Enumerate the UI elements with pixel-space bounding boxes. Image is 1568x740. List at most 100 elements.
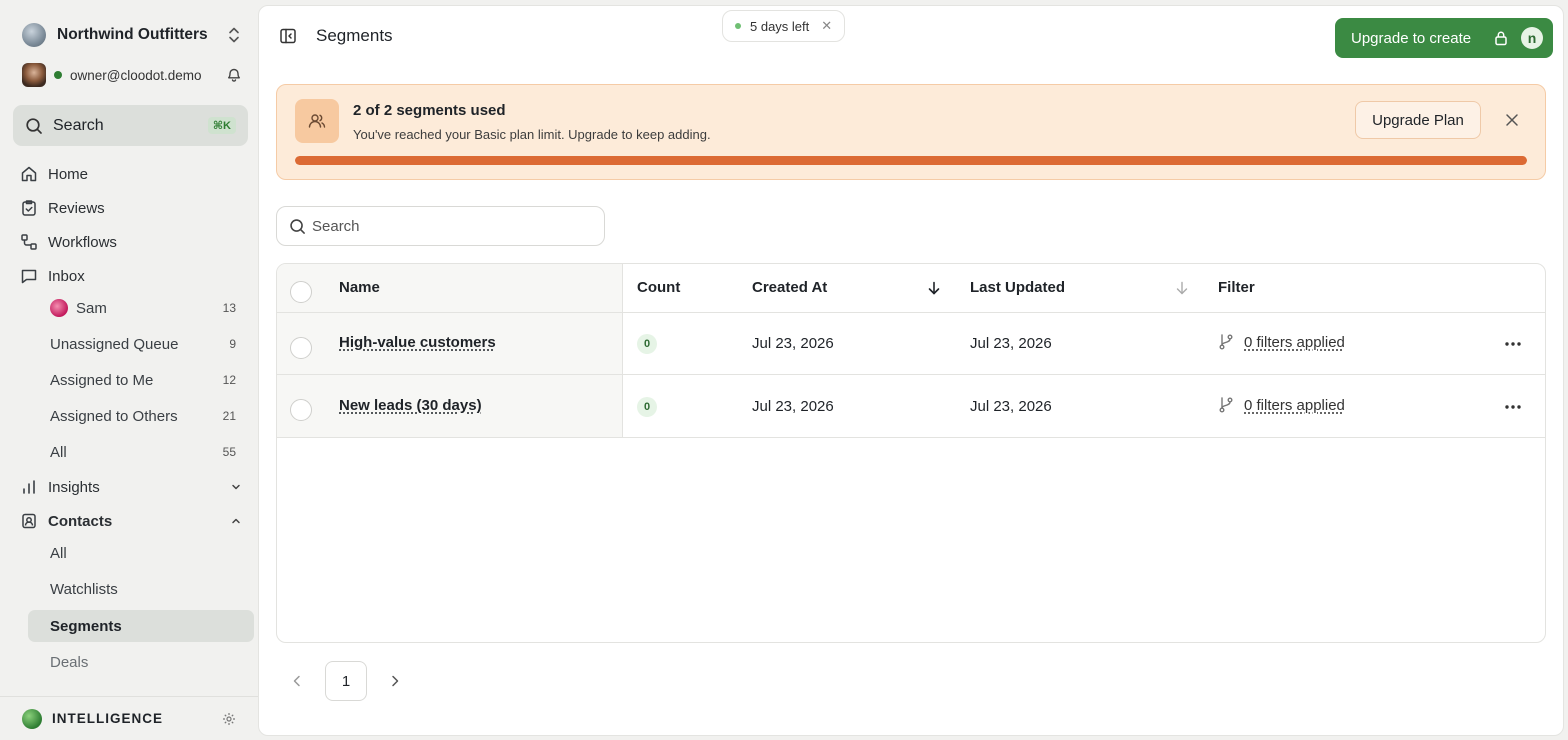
row-checkbox[interactable] [290,337,312,359]
usage-progress-bar [295,156,1527,165]
filters-applied-link[interactable]: 0 filters applied [1244,334,1345,351]
nav-insights[interactable]: Insights [20,473,242,501]
trial-badge: 5 days left ✕ [722,10,846,42]
banner-text: You've reached your Basic plan limit. Up… [353,127,711,142]
plan-limit-banner: 2 of 2 segments used You've reached your… [276,84,1546,180]
inbox-item-label: Assigned to Me [50,371,154,389]
page-number-button[interactable]: 1 [325,661,367,701]
message-square-icon [21,269,37,284]
main-panel: Segments 5 days left ✕ Upgrade to create… [258,5,1564,736]
inbox-item-count: 55 [222,445,236,459]
close-icon[interactable] [1505,113,1519,127]
contacts-item-label: Watchlists [50,580,118,598]
online-status-dot [54,71,62,79]
last-updated: Jul 23, 2026 [970,335,1052,352]
contacts-item-label: Deals [50,653,89,671]
column-header-name[interactable]: Name [339,279,380,296]
nav-workflows[interactable]: Workflows [20,228,117,256]
segments-search [276,206,605,246]
nav-inbox-label: Inbox [48,267,85,285]
sam-avatar [50,299,68,317]
inbox-item-count: 12 [222,373,236,387]
avatar: n [1521,27,1543,49]
contacts-item-segments[interactable]: Segments [50,612,236,640]
upgrade-plan-button[interactable]: Upgrade Plan [1355,101,1481,139]
search-button[interactable]: Search ⌘K [13,105,248,146]
search-icon [26,117,42,134]
home-icon [21,166,37,182]
table-header: Name Count Created At Last Updated Filte… [277,264,1545,313]
sort-desc-icon[interactable] [926,280,942,296]
bar-chart-icon [23,480,35,494]
trial-close-button[interactable]: ✕ [821,18,832,34]
usage-progress-fill [295,156,1527,165]
column-header-created-at[interactable]: Created At [752,279,827,296]
select-all-checkbox[interactable] [290,281,312,303]
nav-contacts[interactable]: Contacts [20,507,242,535]
created-at: Jul 23, 2026 [752,398,834,415]
inbox-item-count: 13 [222,301,236,315]
brand-name: INTELLIGENCE [52,711,164,726]
more-horizontal-icon[interactable] [1504,337,1522,351]
contacts-item-watchlists[interactable]: Watchlists [50,575,236,603]
sidebar-toggle-icon[interactable] [279,27,297,45]
trial-status-dot [735,23,741,29]
nav-inbox[interactable]: Inbox [20,262,85,290]
inbox-item-label: Assigned to Others [50,407,178,425]
user-menu[interactable]: owner@cloodot.demo [22,62,242,88]
sort-icon[interactable] [1174,280,1190,296]
search-label: Search [53,116,104,134]
chevron-left-icon[interactable] [290,674,304,688]
inbox-item-label: Sam [76,299,107,317]
brand-logo [22,708,42,729]
chevron-up-down-icon [229,27,239,43]
avatar [22,63,46,87]
count-badge: 0 [637,334,657,354]
sidebar: Northwind Outfitters owner@cloodot.demo … [0,0,258,740]
table-row[interactable]: High-value customers 0 Jul 23, 2026 Jul … [277,313,1545,375]
bell-icon[interactable] [226,67,242,83]
column-header-last-updated[interactable]: Last Updated [970,279,1065,296]
table-row[interactable]: New leads (30 days) 0 Jul 23, 2026 Jul 2… [277,376,1545,438]
inbox-item-assigned-to-me[interactable]: Assigned to Me 12 [50,366,236,394]
nav-home[interactable]: Home [20,160,88,188]
segments-table: Name Count Created At Last Updated Filte… [276,263,1546,643]
filters-applied-link[interactable]: 0 filters applied [1244,397,1345,414]
column-header-count[interactable]: Count [637,279,680,296]
more-horizontal-icon[interactable] [1504,400,1522,414]
column-header-filter: Filter [1218,279,1255,296]
segment-name-link[interactable]: High-value customers [339,334,496,351]
lock-icon [1495,31,1507,46]
nav-home-label: Home [48,165,89,183]
page-title: Segments [316,26,393,45]
git-branch-icon [1219,397,1233,413]
gear-icon[interactable] [222,712,236,726]
search-input[interactable] [312,217,592,235]
contacts-item-label: Segments [50,617,122,635]
clipboard-check-icon [22,200,36,216]
row-checkbox[interactable] [290,399,312,421]
org-switcher[interactable]: Northwind Outfitters [22,22,242,48]
segment-name-link[interactable]: New leads (30 days) [339,397,482,414]
search-icon [290,218,305,234]
inbox-item-assigned-to-others[interactable]: Assigned to Others 21 [50,402,236,430]
banner-title: 2 of 2 segments used [353,102,506,119]
inbox-item-all[interactable]: All 55 [50,438,236,466]
created-at: Jul 23, 2026 [752,335,834,352]
count-badge: 0 [637,397,657,417]
last-updated: Jul 23, 2026 [970,398,1052,415]
org-avatar [22,23,46,47]
contacts-item-deals[interactable]: Deals [50,648,236,676]
inbox-item-unassigned-queue[interactable]: Unassigned Queue 9 [50,330,236,358]
upgrade-to-create-button[interactable]: Upgrade to create n [1335,18,1553,58]
org-name: Northwind Outfitters [57,26,208,43]
search-shortcut: ⌘K [207,117,236,134]
inbox-item-label: Unassigned Queue [50,335,179,353]
trial-text: 5 days left [750,18,810,34]
contacts-item-all[interactable]: All [50,539,236,567]
nav-contacts-label: Contacts [48,512,113,530]
nav-reviews[interactable]: Reviews [20,194,105,222]
users-icon [295,99,339,143]
chevron-right-icon[interactable] [388,674,402,688]
inbox-item-sam[interactable]: Sam 13 [50,294,236,322]
